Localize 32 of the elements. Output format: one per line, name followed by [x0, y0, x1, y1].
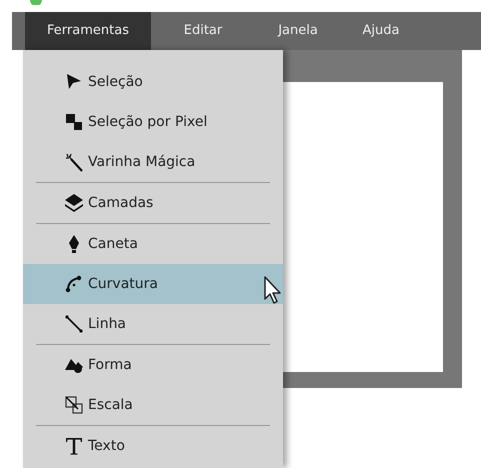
- menu-item-label: Caneta: [88, 234, 138, 254]
- menu-tab[interactable]: Janela: [255, 12, 341, 50]
- menu-item-label: Varinha Mágica: [88, 152, 196, 172]
- layers-icon: [64, 193, 84, 213]
- menu-item-label: Texto: [88, 436, 125, 456]
- menu-item[interactable]: Escala: [23, 385, 283, 425]
- text-tool-icon: [64, 436, 84, 456]
- menu-item[interactable]: Linha: [23, 304, 283, 344]
- menu-item-label: Seleção: [88, 72, 143, 92]
- menu-tab[interactable]: Editar: [151, 12, 255, 50]
- menu-item-label: Seleção por Pixel: [88, 112, 208, 132]
- menu-item[interactable]: Seleção por Pixel: [23, 102, 283, 142]
- menu-tab[interactable]: Ajuda: [341, 12, 421, 50]
- curve-icon: [64, 274, 84, 294]
- menu-item-label: Camadas: [88, 194, 154, 212]
- menu-item-label: Linha: [88, 314, 126, 334]
- menu-item[interactable]: Curvatura: [23, 264, 283, 304]
- menu-item[interactable]: Forma: [23, 345, 283, 385]
- menu-item-label: Escala: [88, 396, 133, 414]
- menu-item-label: Curvatura: [88, 274, 158, 294]
- menu-item[interactable]: Texto: [23, 426, 283, 466]
- scale-icon: [64, 395, 84, 415]
- logo-icon: [30, 0, 42, 5]
- line-icon: [64, 314, 84, 334]
- menu-item[interactable]: Camadas: [23, 183, 283, 223]
- menu-item-label: Forma: [88, 356, 132, 374]
- pixel-squares-icon: [64, 112, 84, 132]
- magic-wand-icon: [64, 152, 84, 172]
- menu-item[interactable]: Varinha Mágica: [23, 142, 283, 182]
- menu-item[interactable]: Caneta: [23, 224, 283, 264]
- menu-item[interactable]: Seleção: [23, 62, 283, 102]
- menu-tab[interactable]: Ferramentas: [25, 12, 151, 50]
